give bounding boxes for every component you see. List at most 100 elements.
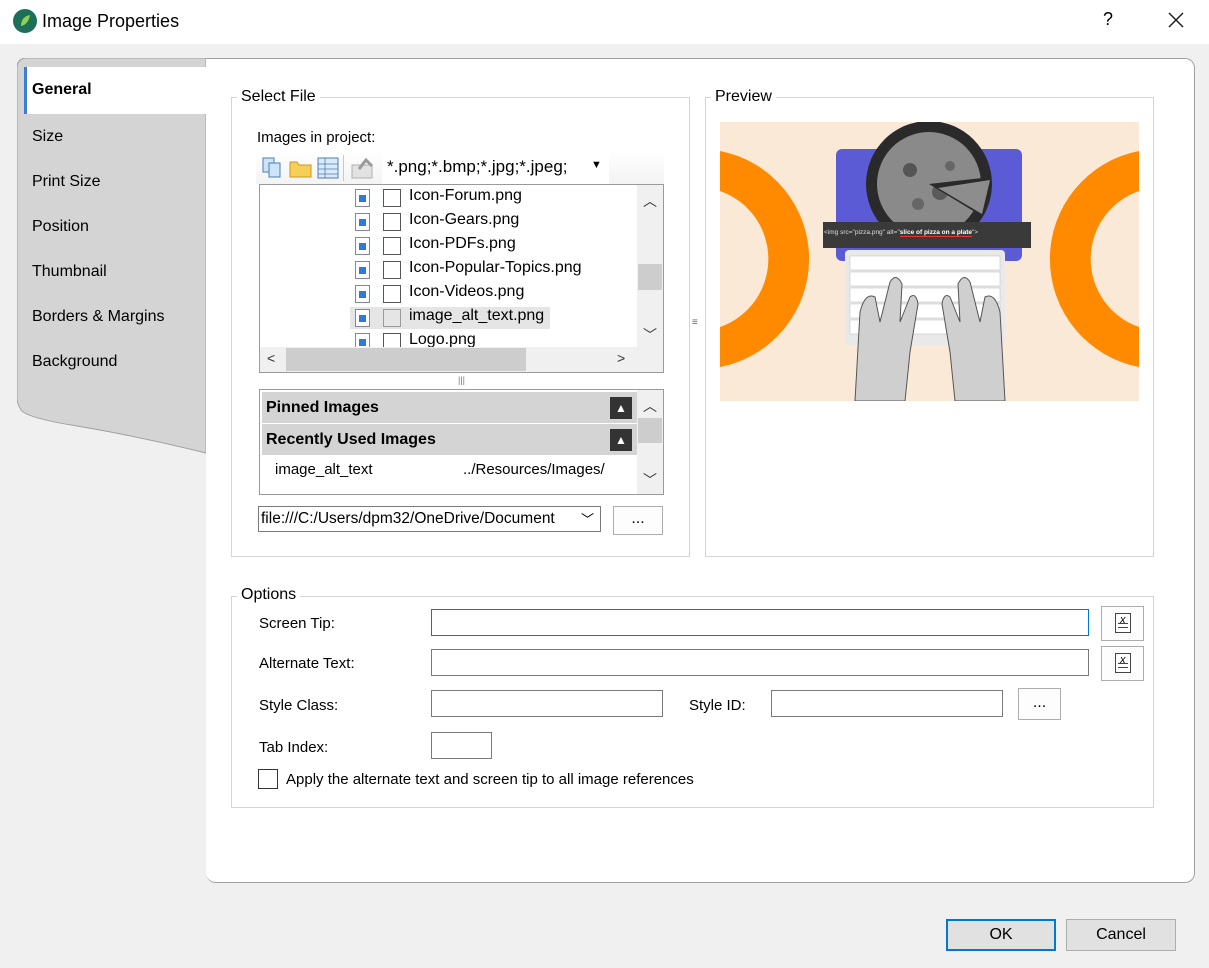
style-id-label: Style ID: [689,697,746,714]
style-class-input[interactable] [431,690,663,717]
collapse-icon[interactable]: ▲ [610,397,632,419]
tree-item-name: Icon-Popular-Topics.png [409,259,582,276]
tree-item-name: image_alt_text.png [409,307,545,324]
tree-item-name: Icon-Gears.png [409,211,520,228]
recent-images-header[interactable]: Recently Used Images ▲ [262,424,637,455]
images-in-project-label: Images in project: [257,129,376,146]
preview-code-end: "> [972,229,979,236]
ok-button[interactable]: OK [946,919,1056,951]
tree-item-checkbox[interactable] [383,285,401,303]
scroll-up-icon[interactable]: ︿ [643,191,657,211]
screen-tip-label: Screen Tip: [259,615,335,632]
tab-position[interactable]: Position [32,218,89,236]
tree-item-name: Icon-PDFs.png [409,235,516,252]
pinned-images-title: Pinned Images [266,399,379,416]
tree-item-checkbox[interactable] [383,189,401,207]
screen-tip-input[interactable] [431,609,1089,636]
document-icon [1115,653,1131,673]
recent-images-title: Recently Used Images [266,431,436,448]
style-class-label: Style Class: [259,697,339,714]
cancel-button[interactable]: Cancel [1066,919,1176,951]
scroll-down-icon[interactable]: ﹀ [643,470,657,490]
tab-index-label: Tab Index: [259,739,329,756]
select-file-legend: Select File [237,88,320,106]
recent-image-name[interactable]: image_alt_text [275,461,373,478]
pinned-scroll-thumb[interactable] [638,418,662,443]
style-id-browse-button[interactable]: ... [1018,688,1061,720]
scroll-left-icon[interactable]: < [267,350,275,366]
chevron-down-icon: ﹀ [581,512,595,527]
image-file-icon [355,309,370,327]
alternate-text-input[interactable] [431,649,1089,676]
tree-item-checkbox[interactable] [383,261,401,279]
toolbar-divider [343,155,344,181]
scroll-down-icon[interactable]: ﹀ [643,325,657,345]
tree-item-checkbox[interactable] [383,213,401,231]
file-path-value: file:///C:/Users/dpm32/OneDrive/Document [261,510,555,527]
tab-print-size[interactable]: Print Size [32,173,100,191]
window-title: Image Properties [42,11,180,31]
apply-all-checkbox[interactable] [258,769,278,789]
tree-item[interactable]: Icon-Gears.png [355,211,555,233]
image-file-icon [355,213,370,231]
style-id-input[interactable] [771,690,1003,717]
preview-code-caption: <img src="pizza.png" alt="slice of pizza… [824,229,1030,243]
scroll-up-icon[interactable]: ︿ [643,396,657,416]
file-filter-value: *.png;*.bmp;*.jpg;*.jpeg; [387,157,568,176]
upload-icon[interactable] [351,157,374,179]
collapse-icon[interactable]: ▲ [610,429,632,451]
folder-icon[interactable] [289,157,312,179]
help-button[interactable]: ? [1098,9,1118,30]
tree-hscroll-thumb[interactable] [286,348,526,371]
splitter-grip-icon[interactable]: ≡ [692,317,698,328]
grid-view-icon[interactable] [317,157,339,179]
preview-alt-text: slice of pizza on a plate [899,229,972,237]
tree-item-selected[interactable]: image_alt_text.png [350,307,550,329]
options-legend: Options [237,586,301,604]
pinned-images-panel: Pinned Images ▲ Recently Used Images ▲ i… [259,389,664,495]
preview-image: <img src="pizza.png" alt="slice of pizza… [720,122,1139,401]
splitter-grip-icon[interactable]: ||| [458,375,465,385]
alternate-text-label: Alternate Text: [259,655,355,672]
chevron-down-icon: ▼ [591,159,602,171]
copy-icon[interactable] [261,157,283,179]
file-path-combobox[interactable]: file:///C:/Users/dpm32/OneDrive/Document… [258,506,601,532]
tree-item-name: Icon-Videos.png [409,283,525,300]
images-tree[interactable]: Icon-Forum.png Icon-Gears.png Icon-PDFs.… [259,184,664,373]
preview-legend: Preview [711,88,776,106]
tab-index-input[interactable] [431,732,492,759]
tab-background[interactable]: Background [32,353,117,371]
document-icon [1115,613,1131,633]
tree-item-checkbox[interactable] [383,309,401,327]
tab-general[interactable]: General [24,67,206,114]
recent-image-path: ../Resources/Images/ [463,461,605,478]
tree-item[interactable]: Icon-Videos.png [355,283,555,305]
image-file-icon [355,237,370,255]
image-file-icon [355,285,370,303]
file-filter-dropdown[interactable]: *.png;*.bmp;*.jpg;*.jpeg; ▼ [382,152,609,184]
tree-item-checkbox[interactable] [383,237,401,255]
browse-file-button[interactable]: ... [613,506,663,535]
tree-item[interactable]: Icon-PDFs.png [355,235,555,257]
tree-item-name: Icon-Forum.png [409,187,522,204]
alternate-text-variable-button[interactable] [1101,646,1144,681]
close-icon [1168,12,1184,28]
pinned-images-header[interactable]: Pinned Images ▲ [262,392,637,423]
image-file-icon [355,261,370,279]
tree-item[interactable]: Icon-Popular-Topics.png [355,259,582,281]
tab-thumbnail[interactable]: Thumbnail [32,263,107,281]
screen-tip-variable-button[interactable] [1101,606,1144,641]
title-bar [0,0,1209,44]
preview-code-text: <img src="pizza.png" alt=" [824,229,900,236]
tree-scroll-thumb[interactable] [638,264,662,290]
image-file-icon [355,189,370,207]
close-button[interactable] [1164,8,1188,32]
apply-all-label[interactable]: Apply the alternate text and screen tip … [286,771,694,788]
tree-item[interactable]: Icon-Forum.png [355,187,555,209]
preview-illustration [720,122,1139,401]
tab-size[interactable]: Size [32,128,63,146]
tab-borders-margins[interactable]: Borders & Margins [32,308,165,326]
app-logo-icon [13,9,37,33]
scroll-right-icon[interactable]: > [617,350,625,366]
tabs-panel-bg [17,58,207,454]
